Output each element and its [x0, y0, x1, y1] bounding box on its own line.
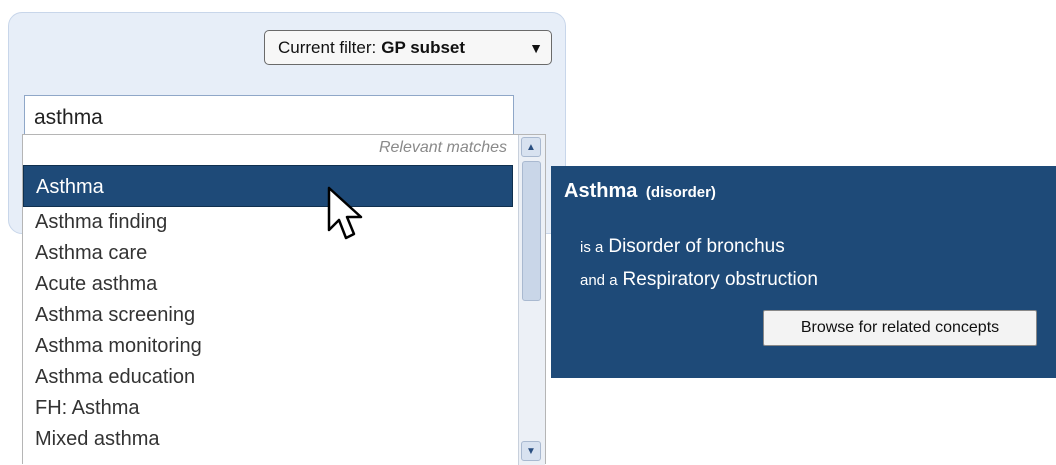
relationship-prefix: is a — [580, 239, 604, 256]
relationship-target[interactable]: Respiratory obstruction — [623, 269, 818, 290]
result-item[interactable]: Asthma care — [23, 238, 513, 269]
concept-details-panel: Asthma (disorder) is a Disorder of bronch… — [551, 166, 1056, 378]
filter-value: GP subset — [381, 37, 466, 57]
relationship-row: and a Respiratory obstruction — [580, 269, 818, 291]
scroll-down-icon[interactable]: ▼ — [521, 441, 541, 461]
results-scrollbar[interactable]: ▲ ▼ — [518, 135, 545, 465]
search-input[interactable] — [24, 95, 514, 135]
result-item[interactable]: Mixed asthma — [23, 424, 513, 455]
result-item[interactable]: Asthma finding — [23, 207, 513, 238]
scroll-up-icon[interactable]: ▲ — [521, 137, 541, 157]
scrollbar-thumb[interactable] — [522, 161, 541, 301]
relationship-row: is a Disorder of bronchus — [580, 236, 785, 258]
result-item[interactable]: Asthma monitoring — [23, 331, 513, 362]
filter-dropdown[interactable]: Current filter: GP subset ▼ — [264, 30, 552, 65]
result-item[interactable]: Acute asthma — [23, 269, 513, 300]
result-item-selected[interactable]: Asthma — [23, 165, 513, 207]
concept-name: Asthma — [564, 180, 638, 202]
results-hint: Relevant matches — [378, 139, 507, 156]
result-item[interactable]: Asthma education — [23, 362, 513, 393]
dropdown-arrow-icon: ▼ — [529, 39, 543, 56]
semantic-tag: (disorder) — [645, 184, 716, 201]
filter-label: Current filter: — [278, 37, 377, 57]
relationship-target[interactable]: Disorder of bronchus — [608, 236, 784, 257]
result-item[interactable]: Asthma screening — [23, 300, 513, 331]
relationship-prefix: and a — [580, 272, 618, 289]
mouse-pointer-icon — [327, 186, 363, 240]
results-list: Asthma Asthma finding Asthma care Acute … — [23, 165, 513, 455]
results-dropdown: Relevant matches Asthma Asthma finding A… — [22, 134, 546, 465]
result-item[interactable]: FH: Asthma — [23, 393, 513, 424]
browse-related-button[interactable]: Browse for related concepts — [763, 310, 1037, 346]
concept-title: Asthma (disorder) — [564, 180, 716, 203]
